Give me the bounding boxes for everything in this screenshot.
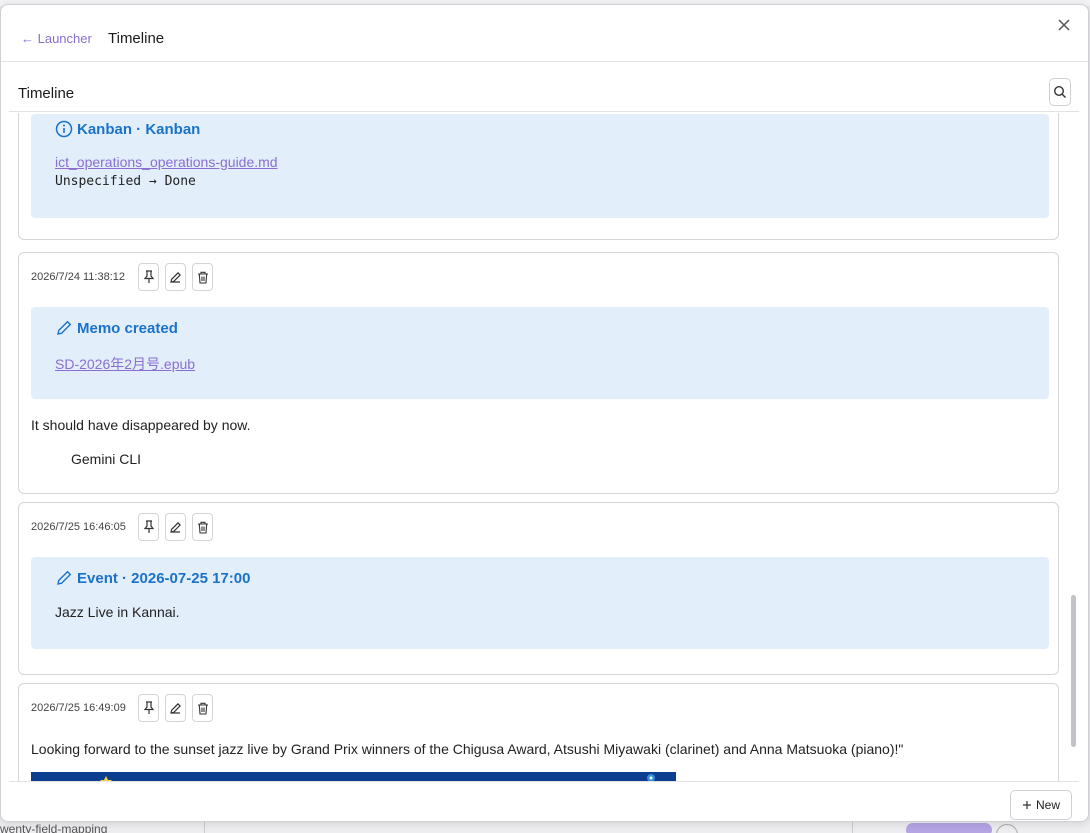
pin-icon <box>143 701 154 714</box>
file-link[interactable]: SD-2026年2月号.epub <box>55 354 195 374</box>
entry-heading: Kanban · Kanban <box>55 120 200 138</box>
delete-button[interactable] <box>192 263 213 291</box>
memo-info-box: Memo created SD-2026年2月号.epub <box>31 307 1049 399</box>
status-change-text: Unspecified → Done <box>55 174 196 189</box>
modal-footer: New <box>9 781 1079 821</box>
timeline-modal: ← Launcher Timeline Timeline Kanban · Ka… <box>0 4 1089 822</box>
entry-heading-text: Memo created <box>77 319 178 337</box>
entry-timestamp: 2026/7/25 16:46:05 <box>31 521 126 533</box>
edit-icon <box>170 702 181 714</box>
pin-button[interactable] <box>138 513 159 541</box>
delete-button[interactable] <box>192 513 213 541</box>
entry-body: It should have disappeared by now. <box>31 417 251 433</box>
modal-header: ← Launcher Timeline <box>1 5 1088 62</box>
entry-timestamp: 2026/7/24 11:38:12 <box>31 271 125 283</box>
file-link[interactable]: ict_operations_operations-guide.md <box>55 154 278 170</box>
background-pill <box>906 823 992 833</box>
trash-icon <box>197 521 208 534</box>
entry-timestamp: 2026/7/25 16:49:09 <box>31 702 126 714</box>
edit-button[interactable] <box>165 694 186 722</box>
entry-heading-text: Kanban · Kanban <box>77 120 201 138</box>
delete-button[interactable] <box>192 694 213 722</box>
pin-button[interactable] <box>138 263 159 291</box>
info-icon <box>55 120 73 138</box>
search-icon <box>1053 85 1066 98</box>
pin-button[interactable] <box>138 694 159 722</box>
entry-quote: Gemini CLI <box>71 451 142 467</box>
pin-icon <box>143 520 154 533</box>
event-description: Jazz Live in Kannai. <box>55 604 180 620</box>
background-status-text: wenty-field-mapping <box>0 822 108 833</box>
page-title: Timeline <box>18 85 75 102</box>
timeline-toolbar: Timeline <box>9 65 1079 112</box>
new-button-label: New <box>1035 798 1060 812</box>
timeline-entry: 2026/7/25 16:46:05 Event · 2026-07-25 17… <box>18 502 1059 675</box>
edit-button[interactable] <box>165 513 186 541</box>
attached-image[interactable] <box>31 772 676 781</box>
pencil-icon <box>57 570 72 585</box>
search-button[interactable] <box>1049 78 1071 106</box>
scrollbar-thumb[interactable] <box>1071 595 1076 747</box>
timeline-feed[interactable]: Kanban · Kanban ict_operations_operation… <box>1 113 1079 781</box>
entry-heading: Memo created <box>55 319 178 337</box>
pencil-icon <box>57 320 72 335</box>
edit-button[interactable] <box>165 263 186 291</box>
edit-icon <box>170 521 181 533</box>
timeline-entry: Kanban · Kanban ict_operations_operation… <box>18 113 1059 240</box>
entry-body: Looking forward to the sunset jazz live … <box>31 741 904 757</box>
back-to-launcher-link[interactable]: ← Launcher <box>21 31 92 46</box>
entry-heading: Event · 2026-07-25 17:00 <box>55 569 250 587</box>
close-icon[interactable] <box>1054 15 1074 35</box>
new-entry-button[interactable]: New <box>1010 790 1072 820</box>
edit-icon <box>170 271 181 283</box>
pin-icon <box>143 270 154 283</box>
modal-title: Timeline <box>108 30 165 47</box>
event-info-box: Event · 2026-07-25 17:00 Jazz Live in Ka… <box>31 557 1049 649</box>
timeline-entry: 2026/7/25 16:49:09 Looking forward to th… <box>18 683 1059 781</box>
timeline-entry: 2026/7/24 11:38:12 Memo created SD-2026年… <box>18 252 1059 494</box>
kanban-info-box: Kanban · Kanban ict_operations_operation… <box>31 114 1049 218</box>
trash-icon <box>197 271 208 284</box>
entry-heading-text: Event · 2026-07-25 17:00 <box>77 569 251 587</box>
plus-icon <box>1022 801 1031 809</box>
trash-icon <box>197 702 208 715</box>
